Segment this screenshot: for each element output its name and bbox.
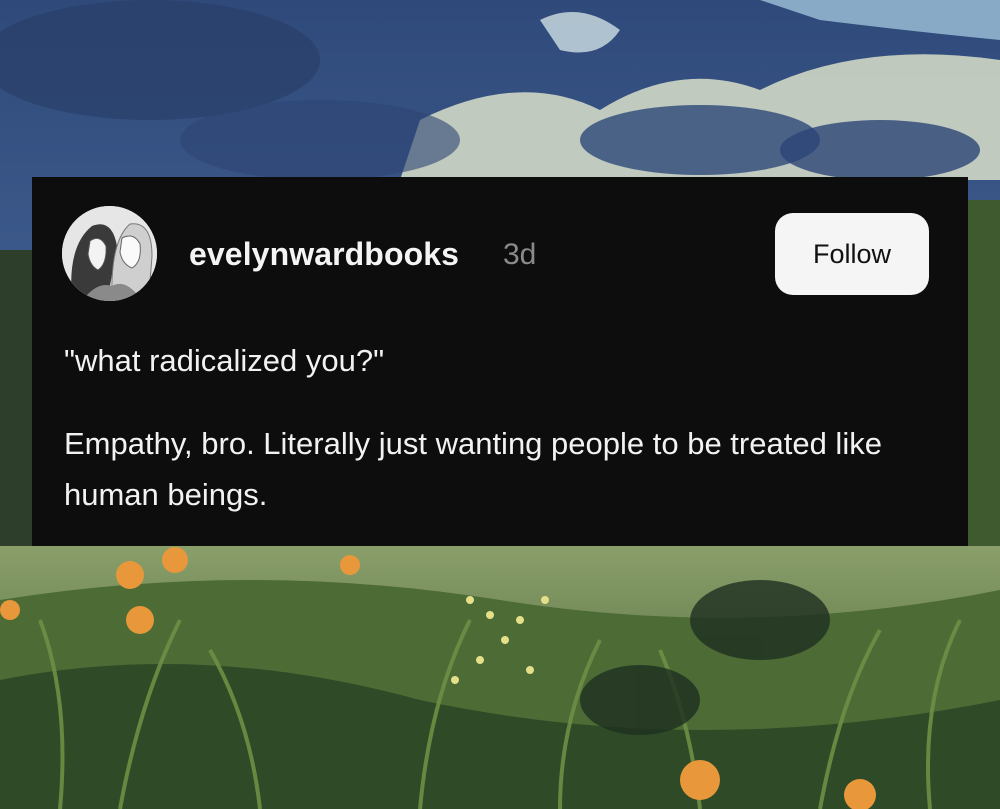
avatar-two-women-illustration-icon [62, 206, 157, 301]
avatar[interactable] [62, 206, 157, 301]
post-body-text: Empathy, bro. Literally just wanting peo… [64, 426, 882, 512]
post-quote-text: "what radicalized you?" [64, 343, 385, 378]
post-timestamp: 3d [503, 238, 537, 271]
username-link[interactable]: evelynwardbooks [189, 236, 459, 273]
follow-button[interactable]: Follow [775, 213, 929, 295]
